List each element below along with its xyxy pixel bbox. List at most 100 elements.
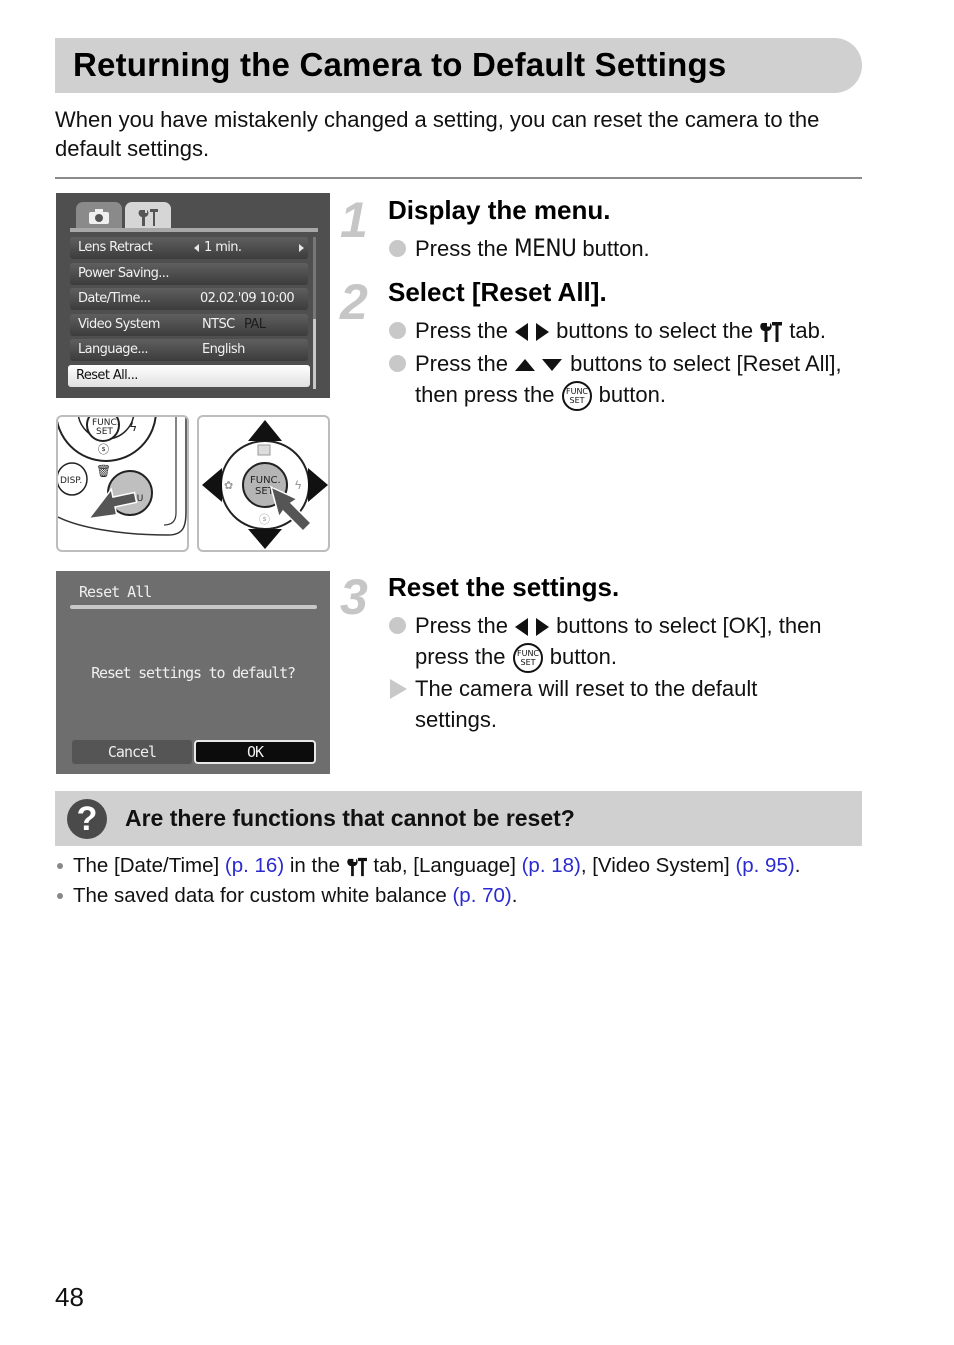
bullet-dot-icon	[389, 240, 406, 257]
right-arrow-icon	[299, 244, 304, 252]
menu-screen-image: Lens Retract 1 min. Power Saving... Date…	[56, 193, 330, 398]
bullet-text: Press the	[415, 613, 515, 638]
tab-camera	[76, 202, 122, 230]
page-link[interactable]: (p. 95)	[735, 854, 794, 877]
tab-setup	[125, 202, 171, 230]
menu-row-value: English	[202, 342, 245, 357]
menu-row-reset-all: Reset All...	[68, 365, 310, 387]
faq-title: Are there functions that cannot be reset…	[125, 805, 575, 831]
menu-row-label: Language...	[78, 342, 149, 357]
menu-row-power-saving: Power Saving...	[70, 263, 308, 285]
step-result: The camera will reset to the default set…	[388, 673, 808, 735]
trash-icon: 🗑	[96, 464, 111, 478]
intro-text: When you have mistakenly changed a setti…	[55, 107, 820, 161]
svg-text:ϟ: ϟ	[295, 478, 302, 492]
bullet-text: button.	[576, 236, 650, 261]
faq-item: The saved data for custom white balance …	[55, 881, 875, 911]
step-title: Reset the settings.	[388, 572, 620, 602]
question-icon: ?	[67, 799, 107, 839]
menu-row-value: 02.02.'09 10:00	[200, 291, 295, 306]
setup-tools-icon	[346, 857, 367, 876]
menu-row-label: Power Saving...	[78, 266, 169, 281]
left-right-arrows-icon	[515, 323, 550, 342]
flash-icon: ϟ	[130, 420, 137, 434]
faq-text: The saved data for custom white balance	[73, 884, 453, 907]
camera-back-drawing: FUNC. SET ϟ ⓢ DISP. 🗑 NU	[58, 417, 187, 536]
left-arrow-icon	[194, 244, 199, 252]
bullet-text: Press the	[415, 236, 515, 261]
divider	[55, 177, 862, 179]
faq-text: .	[794, 854, 801, 877]
page-link[interactable]: (p. 70)	[452, 884, 511, 907]
menu-row-label: Lens Retract	[78, 240, 153, 255]
menu-row-label: Date/Time...	[78, 291, 151, 306]
svg-text:✿: ✿	[224, 480, 233, 492]
svg-text:FUNC: FUNC	[566, 387, 588, 396]
bullet-text: The camera will reset to the default set…	[415, 676, 758, 732]
menu-row-value: 1 min.	[204, 240, 242, 255]
bullet-text: tab.	[783, 318, 826, 343]
title-bar: Returning the Camera to Default Settings	[55, 38, 862, 93]
up-down-arrows-icon	[515, 359, 563, 372]
step-number: 1	[340, 192, 368, 248]
step-title: Select [Reset All].	[388, 277, 607, 307]
svg-text:SET: SET	[569, 396, 584, 405]
svg-text:FUNC: FUNC	[517, 649, 539, 658]
step-number: 3	[340, 569, 368, 625]
faq-text: tab, [Language]	[367, 854, 522, 877]
tab-underline	[70, 228, 318, 232]
left-right-arrows-icon	[515, 618, 550, 637]
menu-row-lens-retract: Lens Retract 1 min.	[70, 237, 308, 259]
svg-text:SET: SET	[96, 427, 113, 437]
svg-text:DISP.: DISP.	[60, 476, 82, 486]
up-arrow-icon	[248, 420, 282, 441]
page-link[interactable]: (p. 18)	[522, 854, 581, 877]
dpad-drawing: FUNC. SET ϟ ⓢ ✿	[202, 420, 328, 549]
step-title: Display the menu.	[388, 195, 611, 225]
faq-item: The [Date/Time] (p. 16) in the tab, [Lan…	[55, 851, 875, 881]
page-title: Returning the Camera to Default Settings	[73, 46, 727, 83]
menu-row-language: Language... English	[70, 339, 308, 361]
bullet-dot-icon	[389, 355, 406, 372]
reset-dialog-image: Reset All Reset settings to default? Can…	[56, 571, 330, 774]
step-bullet: Press the buttons to select [Reset All],…	[388, 348, 858, 412]
step-bullet: Press the buttons to select the tab.	[388, 315, 888, 346]
faq-list: The [Date/Time] (p. 16) in the tab, [Lan…	[55, 851, 875, 911]
menu-row-value: NTSC	[202, 317, 235, 332]
page-link[interactable]: (p. 16)	[225, 854, 284, 877]
dpad-illustration: FUNC. SET ϟ ⓢ ✿	[197, 415, 330, 552]
bullet-dot-icon	[57, 863, 63, 869]
svg-text:SET: SET	[520, 658, 535, 667]
bullet-dot-icon	[389, 322, 406, 339]
setup-tools-icon	[138, 209, 158, 226]
bullet-text: buttons to select the	[550, 318, 760, 343]
menu-scroll-thumb	[313, 319, 316, 389]
func-set-button-icon: FUNCSET	[561, 381, 592, 412]
menu-row-label: Reset All...	[76, 368, 138, 383]
faq-text: The [Date/Time]	[73, 854, 225, 877]
dialog-message: Reset settings to default?	[91, 664, 296, 682]
bullet-dot-icon	[57, 893, 63, 899]
menu-row-label: Video System	[78, 317, 160, 332]
camera-icon	[89, 209, 109, 224]
bullet-dot-icon	[389, 617, 406, 634]
faq-text: .	[511, 884, 518, 907]
menu-key-label: MENU	[514, 234, 577, 262]
bullet-text: button.	[543, 644, 617, 669]
dialog-ok-button: OK	[194, 740, 316, 764]
svg-text:FUNC.: FUNC.	[250, 475, 281, 486]
result-arrow-icon	[390, 679, 407, 699]
menu-row-date-time: Date/Time... 02.02.'09 10:00	[70, 288, 308, 310]
svg-text:ⓢ: ⓢ	[259, 513, 270, 526]
bullet-text: button.	[592, 382, 666, 407]
faq-text: in the	[284, 854, 346, 877]
left-arrow-icon	[202, 468, 222, 502]
dialog-cancel-button: Cancel	[72, 740, 192, 764]
dialog-title-underline	[70, 605, 317, 609]
dialog-title: Reset All	[79, 583, 152, 601]
step-number: 2	[340, 274, 368, 330]
func-set-button-icon: FUNCSET	[512, 643, 543, 674]
down-arrow-icon	[248, 529, 282, 549]
menu-row-value-alt: PAL	[244, 317, 266, 332]
timer-icon: ⓢ	[98, 443, 109, 456]
